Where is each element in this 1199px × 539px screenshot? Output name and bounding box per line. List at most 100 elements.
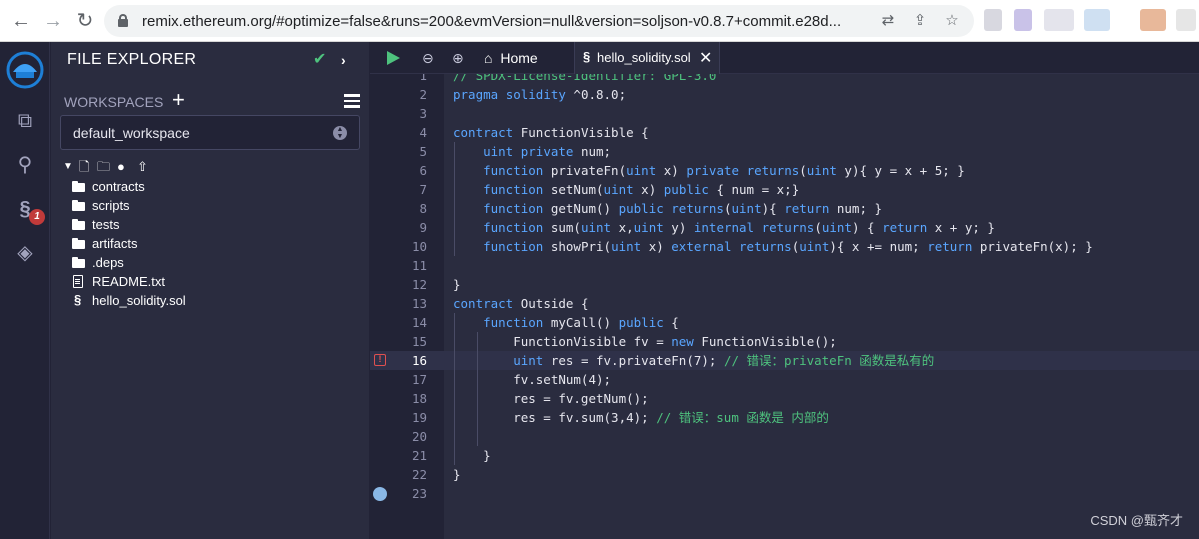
line-number: 21 — [411, 448, 427, 463]
github-icon[interactable]: ● — [117, 159, 125, 175]
indent-guide — [477, 332, 478, 446]
code-line[interactable]: 11 — [370, 256, 1199, 275]
chevron-right-icon[interactable]: › — [341, 50, 346, 70]
code-line[interactable]: 2 pragma solidity ^0.8.0; — [370, 85, 1199, 104]
tree-item-readme[interactable]: README.txt — [71, 272, 351, 291]
line-number: 17 — [411, 372, 427, 387]
line-number: 20 — [411, 429, 427, 444]
breakpoint-icon[interactable] — [373, 487, 387, 501]
code-text: function getNum() public returns(uint){ … — [483, 201, 883, 216]
code-line[interactable]: 8 function getNum() public returns(uint)… — [370, 199, 1199, 218]
lock-icon[interactable] — [118, 14, 128, 27]
upload-icon[interactable]: ⇧ — [137, 159, 148, 175]
blurred-extension — [1014, 9, 1032, 31]
caret-down-icon[interactable]: ▼ — [63, 159, 73, 175]
line-number: 11 — [411, 258, 427, 273]
code-text: uint private num; — [483, 144, 612, 159]
file-icon — [71, 274, 85, 288]
search-icon[interactable]: ⚲ — [10, 150, 40, 180]
check-icon: ✔ — [313, 51, 327, 68]
code-line[interactable]: 16! uint res = fv.privateFn(7); // 错误：pr… — [370, 351, 1199, 370]
code-line[interactable]: 20 — [370, 427, 1199, 446]
zoom-in-icon[interactable]: ⊕ — [452, 42, 464, 74]
code-editor[interactable]: 1 // SPDX-License-Identifier: GPL-3.0 2 pra… — [370, 74, 1199, 539]
line-number: 13 — [411, 296, 427, 311]
code-line[interactable]: 14 function myCall() public { — [370, 313, 1199, 332]
tree-item-tests[interactable]: tests — [71, 215, 351, 234]
new-file-icon[interactable]: 🗋 — [79, 159, 89, 175]
workspace-select-value: default_workspace — [73, 125, 190, 141]
workspace-menu-icon[interactable] — [344, 94, 360, 108]
code-line[interactable]: 12} — [370, 275, 1199, 294]
remix-logo-icon[interactable] — [5, 50, 45, 90]
code-line[interactable]: 23 — [370, 484, 1199, 503]
line-number: 2 — [419, 87, 427, 102]
code-line[interactable]: 17 fv.setNum(4); — [370, 370, 1199, 389]
code-line[interactable]: 10 function showPri(uint x) external ret… — [370, 237, 1199, 256]
watermark: CSDN @甄齐才 — [1090, 513, 1183, 528]
code-line[interactable]: 6 function privateFn(uint x) private ret… — [370, 161, 1199, 180]
zoom-out-icon[interactable]: ⊖ — [422, 42, 434, 74]
tree-item-artifacts[interactable]: artifacts — [71, 234, 351, 253]
code-line[interactable]: 22} — [370, 465, 1199, 484]
workspaces-label: WORKSPACES — [64, 94, 164, 110]
folder-icon — [71, 255, 85, 269]
file-explorer-icon[interactable]: ⧉ — [10, 106, 40, 136]
tab-home[interactable]: ⌂ Home — [484, 42, 538, 74]
address-bar[interactable]: remix.ethereum.org/#optimize=false&runs=… — [104, 5, 974, 37]
code-text: function setNum(uint x) public { num = x… — [483, 182, 800, 197]
tab-file-label: hello_solidity.sol — [597, 50, 691, 65]
folder-icon — [71, 198, 85, 212]
code-line[interactable]: 7 function setNum(uint x) public { num =… — [370, 180, 1199, 199]
code-text: FunctionVisible fv = new FunctionVisible… — [453, 334, 837, 349]
code-line[interactable]: 5 uint private num; — [370, 142, 1199, 161]
panel-title: FILE EXPLORER — [67, 51, 197, 68]
line-number: 4 — [419, 125, 427, 140]
arrow-right-icon[interactable]: → — [40, 8, 66, 34]
line-number: 6 — [419, 163, 427, 178]
error-icon[interactable]: ! — [374, 354, 386, 366]
code-line[interactable]: 9 function sum(uint x,uint y) internal r… — [370, 218, 1199, 237]
arrow-left-icon[interactable]: ← — [8, 8, 34, 34]
line-number: 16 — [411, 353, 427, 368]
translate-icon[interactable]: ⇄ — [878, 11, 898, 31]
url-text[interactable]: remix.ethereum.org/#optimize=false&runs=… — [142, 13, 862, 30]
code-text: function showPri(uint x) external return… — [483, 239, 1093, 254]
code-line[interactable]: 19 res = fv.sum(3,4); // 错误：sum 函数是 内部的 — [370, 408, 1199, 427]
code-line[interactable]: 21 } — [370, 446, 1199, 465]
code-line[interactable]: 3 — [370, 104, 1199, 123]
new-folder-icon[interactable]: 🗀 — [97, 159, 110, 175]
code-text: } — [453, 277, 461, 292]
blurred-menu — [1176, 9, 1196, 31]
code-text: res = fv.getNum(); — [453, 391, 649, 406]
tree-item-deps[interactable]: .deps — [71, 253, 351, 272]
share-icon[interactable]: ⇪ — [910, 11, 930, 31]
file-explorer-panel: FILE EXPLORER ✔ › WORKSPACES + default_w… — [51, 42, 369, 539]
line-number: 5 — [419, 144, 427, 159]
code-text: function privateFn(uint x) private retur… — [483, 163, 965, 178]
tree-item-contracts[interactable]: contracts — [71, 177, 351, 196]
reload-icon[interactable]: ↻ — [72, 8, 98, 34]
code-line[interactable]: 1 // SPDX-License-Identifier: GPL-3.0 — [370, 74, 1199, 85]
workspace-select[interactable]: default_workspace ▲ ▼ — [60, 115, 360, 150]
tab-hello-solidity[interactable]: § hello_solidity.sol ✕ — [574, 42, 720, 74]
tree-item-scripts[interactable]: scripts — [71, 196, 351, 215]
home-icon: ⌂ — [484, 50, 493, 66]
deploy-run-icon[interactable]: ◈ — [10, 238, 40, 268]
star-icon[interactable]: ☆ — [942, 11, 962, 31]
blurred-avatar — [1140, 9, 1166, 31]
code-line[interactable]: 4 contract FunctionVisible { — [370, 123, 1199, 142]
tree-item-hello-solidity[interactable]: § hello_solidity.sol — [71, 291, 351, 310]
indent-guide — [454, 313, 455, 465]
code-line[interactable]: 15 FunctionVisible fv = new FunctionVisi… — [370, 332, 1199, 351]
line-number: 3 — [419, 106, 427, 121]
code-line[interactable]: 13 contract Outside { — [370, 294, 1199, 313]
line-number: 23 — [411, 486, 427, 501]
close-icon[interactable]: ✕ — [699, 48, 712, 68]
run-script-icon[interactable] — [387, 51, 400, 65]
code-line[interactable]: 18 res = fv.getNum(); — [370, 389, 1199, 408]
line-number: 1 — [419, 74, 427, 83]
line-number: 15 — [411, 334, 427, 349]
tab-home-label: Home — [500, 50, 538, 66]
add-workspace-icon[interactable]: + — [172, 89, 185, 111]
